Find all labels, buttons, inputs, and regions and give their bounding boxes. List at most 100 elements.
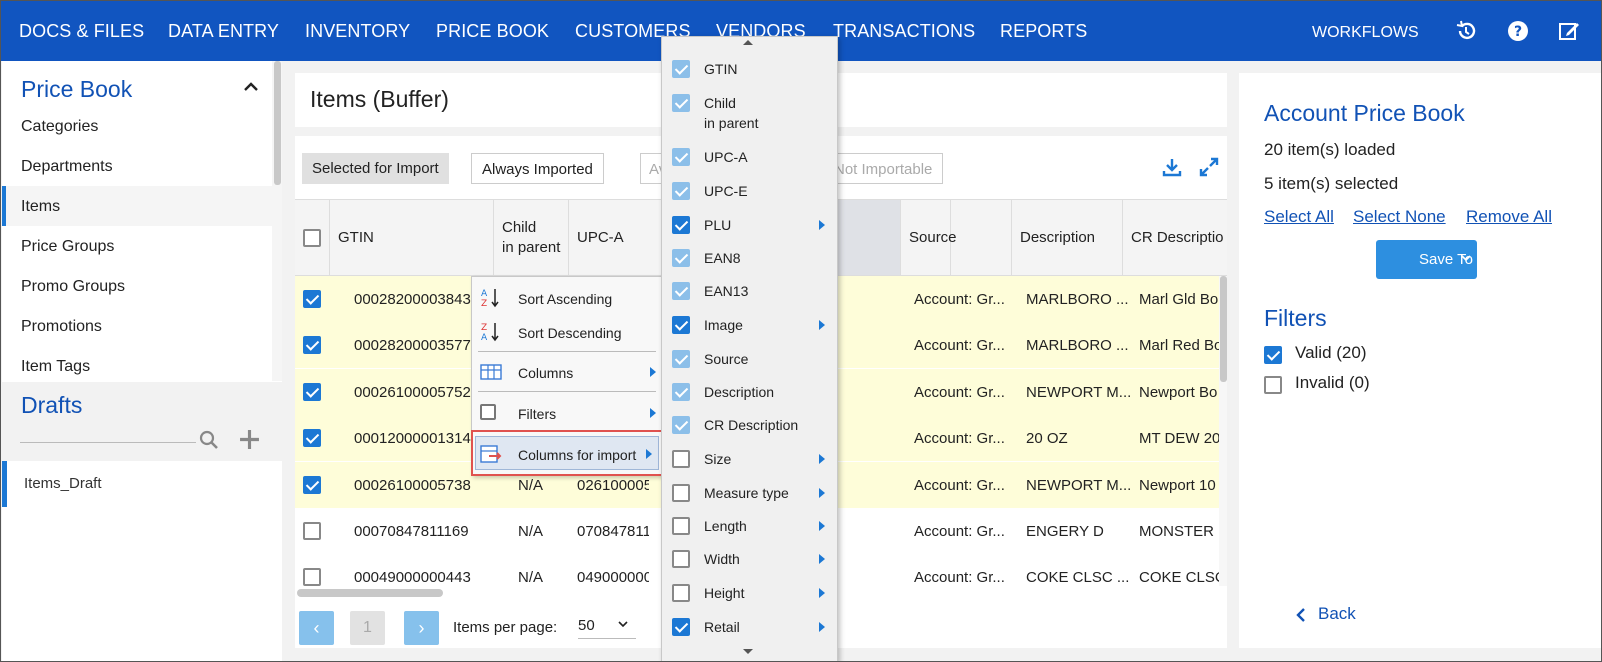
submenu-item-upc-e[interactable]: UPC-E — [662, 177, 837, 207]
select-all-checkbox[interactable] — [303, 228, 321, 247]
column-visibility-checkbox[interactable] — [672, 316, 690, 334]
edit-icon[interactable] — [1558, 20, 1580, 42]
column-visibility-checkbox[interactable] — [672, 584, 690, 602]
column-header-source[interactable]: Source — [901, 200, 1012, 275]
submenu-item-child-in-parent[interactable]: Child in parent — [662, 89, 837, 139]
column-visibility-checkbox[interactable] — [672, 60, 690, 78]
search-icon[interactable] — [199, 430, 219, 450]
tab-selected-for-import[interactable]: Selected for Import — [302, 153, 449, 184]
column-visibility-checkbox[interactable] — [672, 249, 690, 267]
submenu-item-upc-a[interactable]: UPC-A — [662, 143, 837, 173]
collapse-icon[interactable] — [244, 82, 258, 92]
draft-item[interactable]: Items_Draft — [2, 461, 280, 507]
sidebar-scrollbar[interactable] — [272, 61, 282, 381]
column-visibility-checkbox[interactable] — [672, 148, 690, 166]
menu-columns[interactable]: Columns — [472, 355, 662, 389]
submenu-item-width[interactable]: Width — [662, 545, 837, 575]
submenu-item-description[interactable]: Description — [662, 378, 837, 408]
items-per-page-select[interactable]: 50 — [578, 617, 636, 639]
menu-sort-ascending[interactable]: A Z Sort Ascending — [472, 281, 662, 315]
table-horizontal-scrollbar[interactable] — [297, 589, 443, 597]
column-visibility-checkbox[interactable] — [672, 618, 690, 636]
submenu-item-gtin[interactable]: GTIN — [662, 55, 837, 85]
next-page-button[interactable]: › — [404, 611, 439, 645]
column-visibility-checkbox[interactable] — [672, 383, 690, 401]
tab-not-importable[interactable]: Not Importable — [824, 153, 944, 184]
expand-icon[interactable] — [1199, 157, 1219, 177]
row-checkbox[interactable] — [303, 476, 321, 494]
sidebar-item-promotions[interactable]: Promotions — [2, 306, 272, 346]
column-header-child-in-parent[interactable]: Child in parent — [494, 200, 569, 275]
column-header-gtin[interactable]: GTIN — [330, 200, 494, 275]
filter-invalid-checkbox[interactable] — [1264, 376, 1282, 394]
submenu-item-plu[interactable]: PLU — [662, 211, 837, 241]
submenu-item-length[interactable]: Length — [662, 512, 837, 542]
scroll-up-icon[interactable] — [663, 40, 838, 48]
column-visibility-checkbox[interactable] — [672, 550, 690, 568]
prev-page-button[interactable]: ‹ — [299, 611, 334, 645]
select-none-link[interactable]: Select None — [1353, 207, 1446, 227]
column-visibility-checkbox[interactable] — [672, 350, 690, 368]
columns-for-import-submenu: GTIN Child in parent UPC-A UPC-E PLU EAN8 EAN1… — [661, 36, 838, 662]
column-visibility-checkbox[interactable] — [672, 517, 690, 535]
column-visibility-checkbox[interactable] — [672, 94, 690, 112]
nav-data-entry[interactable]: DATA ENTRY — [168, 21, 279, 42]
save-to-button[interactable]: Save To — [1376, 240, 1477, 279]
tab-always-imported[interactable]: Always Imported — [471, 153, 604, 184]
row-checkbox[interactable] — [303, 383, 321, 401]
nav-workflows[interactable]: WORKFLOWS — [1312, 24, 1419, 42]
menu-filters[interactable]: Filters — [472, 396, 662, 430]
submenu-item-label: Description — [704, 384, 775, 400]
table-vertical-scrollbar[interactable] — [1219, 276, 1227, 586]
row-checkbox[interactable] — [303, 568, 321, 586]
history-icon[interactable] — [1455, 20, 1477, 42]
column-header-description[interactable]: Description — [1012, 200, 1123, 275]
sidebar-item-price-groups[interactable]: Price Groups — [2, 226, 272, 266]
column-visibility-checkbox[interactable] — [672, 216, 690, 234]
column-visibility-checkbox[interactable] — [672, 484, 690, 502]
remove-all-link[interactable]: Remove All — [1466, 207, 1552, 227]
column-header-cr-description[interactable]: CR Descriptio — [1123, 200, 1227, 275]
menu-sort-descending[interactable]: Z A Sort Descending — [472, 315, 662, 349]
download-icon[interactable] — [1162, 157, 1182, 177]
column-visibility-checkbox[interactable] — [672, 450, 690, 468]
row-checkbox[interactable] — [303, 336, 321, 354]
row-checkbox[interactable] — [303, 522, 321, 540]
add-icon[interactable] — [239, 429, 260, 450]
row-checkbox[interactable] — [303, 429, 321, 447]
submenu-item-ean8[interactable]: EAN8 — [662, 244, 837, 274]
nav-inventory[interactable]: INVENTORY — [305, 21, 410, 42]
submenu-item-cr-description[interactable]: CR Description — [662, 411, 837, 441]
filter-valid-checkbox[interactable] — [1264, 346, 1282, 364]
row-checkbox[interactable] — [303, 290, 321, 308]
submenu-item-size[interactable]: Size — [662, 445, 837, 475]
nav-transactions[interactable]: TRANSACTIONS — [833, 21, 975, 42]
submenu-arrow-icon — [650, 367, 656, 377]
drafts-search-input[interactable] — [20, 442, 196, 443]
submenu-item-image[interactable]: Image — [662, 311, 837, 341]
page-number[interactable]: 1 — [350, 611, 385, 645]
cell-upca: 0708478111 — [577, 523, 649, 540]
back-link[interactable]: Back — [1318, 604, 1356, 624]
submenu-item-retail[interactable]: Retail — [662, 613, 837, 643]
chevron-left-icon[interactable] — [1296, 608, 1306, 622]
menu-sort-descending-label: Sort Descending — [518, 325, 622, 341]
column-visibility-checkbox[interactable] — [672, 182, 690, 200]
nav-docs-files[interactable]: DOCS & FILES — [19, 21, 144, 42]
select-all-link[interactable]: Select All — [1264, 207, 1334, 227]
submenu-item-measure-type[interactable]: Measure type — [662, 479, 837, 509]
sidebar-item-item-tags[interactable]: Item Tags — [2, 346, 272, 386]
submenu-item-height[interactable]: Height — [662, 579, 837, 609]
sidebar-item-promo-groups[interactable]: Promo Groups — [2, 266, 272, 306]
sidebar-item-categories[interactable]: Categories — [2, 106, 272, 146]
scroll-down-icon[interactable] — [663, 649, 838, 657]
sidebar-item-departments[interactable]: Departments — [2, 146, 272, 186]
submenu-item-source[interactable]: Source — [662, 345, 837, 375]
submenu-item-ean13[interactable]: EAN13 — [662, 277, 837, 307]
column-visibility-checkbox[interactable] — [672, 416, 690, 434]
help-icon[interactable]: ? — [1507, 20, 1529, 42]
column-visibility-checkbox[interactable] — [672, 282, 690, 300]
sidebar-item-items[interactable]: Items — [2, 186, 272, 226]
nav-price-book[interactable]: PRICE BOOK — [436, 21, 549, 42]
nav-reports[interactable]: REPORTS — [1000, 21, 1087, 42]
